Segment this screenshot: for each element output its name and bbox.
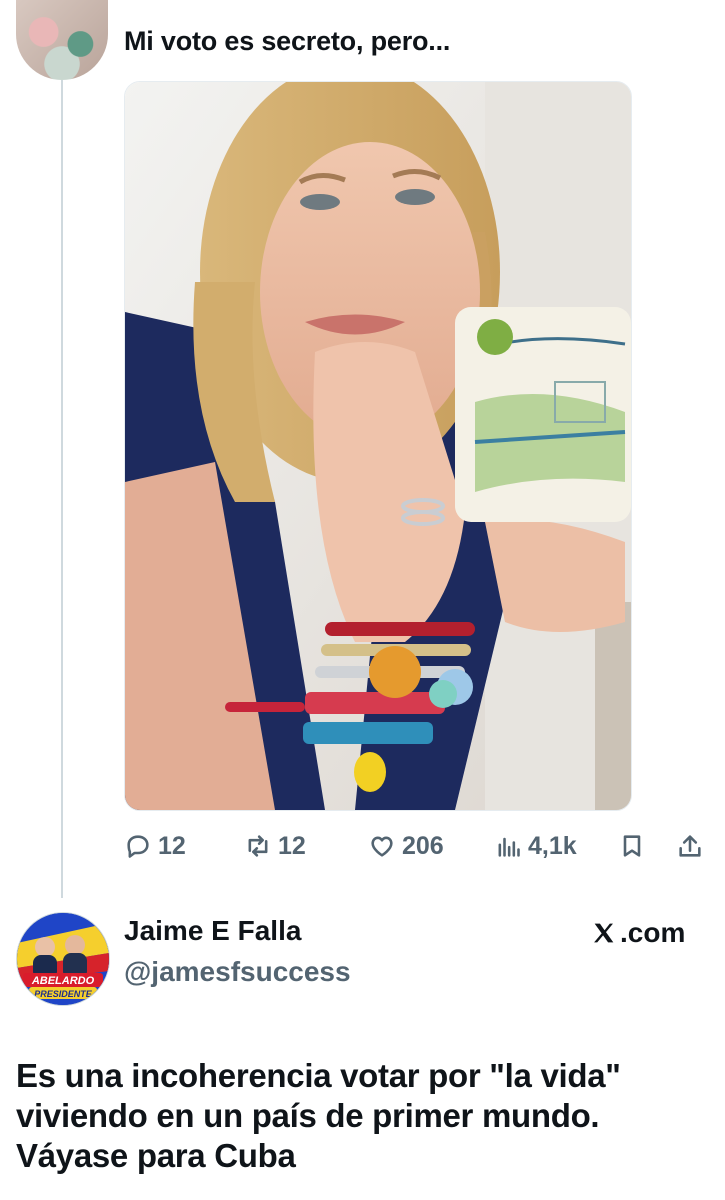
heart-icon [368,832,396,860]
views-button[interactable]: 4,1k [494,826,577,866]
reply-button[interactable]: 12 [124,826,186,866]
views-count: 4,1k [528,831,577,860]
repost-count: 12 [278,831,306,860]
user-avatar[interactable] [16,0,108,80]
x-source-text: .com [620,917,686,948]
reply-text-line-3: Váyase para Cuba [16,1137,296,1174]
avatar-text-line-1: ABELARDO [31,975,95,987]
tweet-actions-bar: 12 12 206 4,1k [124,826,714,866]
reply-text-line-1: Es una incoherencia votar por "la vida" [16,1057,621,1094]
like-count: 206 [402,831,444,860]
repost-button[interactable]: 12 [244,826,306,866]
x-logo-icon [590,919,618,947]
campaign-avatar-image: ABELARDO PRESIDENTE [17,913,109,1005]
woman-with-mug-photo [125,82,631,810]
bookmark-icon [618,832,646,860]
tweet-media-photo[interactable] [124,81,632,811]
thread-connector-line [61,80,63,898]
tweet-text: Mi voto es secreto, pero... [124,26,451,56]
reply-count: 12 [158,831,186,860]
reply-text-line-2: viviendo en un país de primer mundo. [16,1097,600,1134]
reply-text: Es una incoherencia votar por "la vida" … [16,1056,706,1176]
reply-author-avatar[interactable]: ABELARDO PRESIDENTE [16,912,110,1006]
reply-icon [124,832,152,860]
avatar-text-line-2: PRESIDENTE [34,989,93,999]
reply-author-name[interactable]: Jaime E Falla [124,915,301,947]
x-source-link[interactable]: .com [590,917,685,949]
bookmark-button[interactable] [618,826,646,866]
share-icon [676,832,704,860]
like-button[interactable]: 206 [368,826,444,866]
reply-author-handle[interactable]: @jamesfsuccess [124,956,351,988]
repost-icon [244,832,272,860]
views-icon [494,832,522,860]
share-button[interactable] [676,826,704,866]
